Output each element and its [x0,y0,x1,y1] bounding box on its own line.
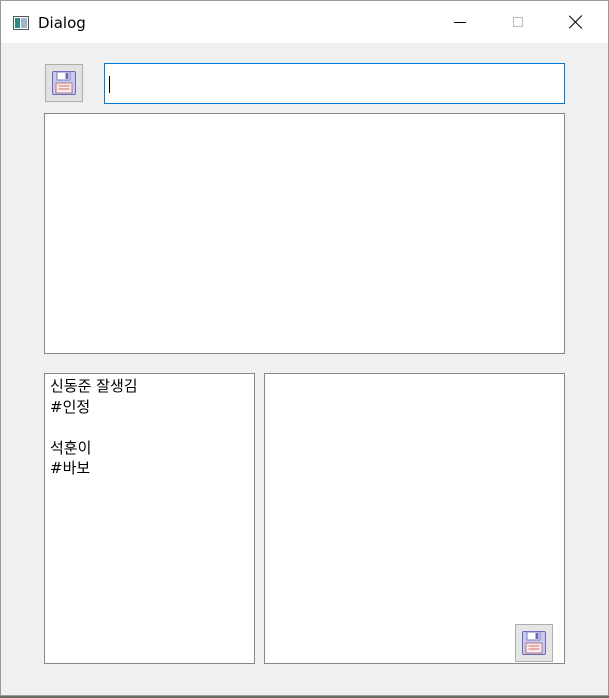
save-button-top[interactable] [45,64,83,102]
minimize-icon [454,21,466,23]
close-button[interactable] [547,1,605,43]
window-title: Dialog [38,14,86,32]
list-item: #바보 [50,459,91,477]
close-icon [569,15,583,29]
floppy-disk-icon [522,631,546,655]
list-item [50,417,249,438]
top-text-input[interactable] [104,63,565,104]
main-text-area[interactable] [44,113,565,354]
maximize-icon [513,17,523,27]
minimize-button[interactable] [431,1,489,43]
list-item: 석훈이 [50,438,92,457]
right-text-area[interactable] [264,373,565,664]
app-icon [13,16,29,30]
list-item: 신동준 잘생김 [50,377,138,395]
dialog-window: Dialog 신동준 잘생김 #인정 석훈이 #바보 [0,0,609,696]
save-button-bottom[interactable] [515,624,553,662]
text-caret [109,76,110,93]
title-bar[interactable]: Dialog [1,1,608,43]
left-text-list[interactable]: 신동준 잘생김 #인정 석훈이 #바보 [44,373,255,664]
list-item: #인정 [50,397,91,416]
floppy-disk-icon [52,71,76,95]
maximize-button[interactable] [489,1,547,43]
